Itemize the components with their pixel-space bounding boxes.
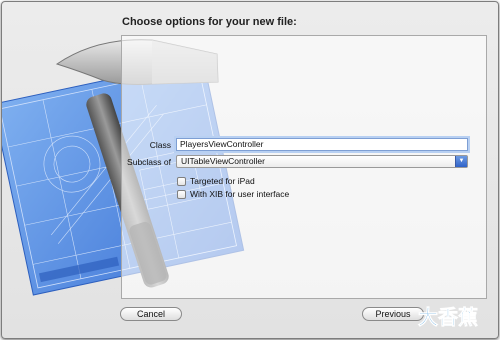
subclass-label: Subclass of [127, 157, 171, 167]
svg-text:大香蕉: 大香蕉 [418, 305, 478, 329]
ipad-checkbox[interactable] [177, 177, 186, 186]
chevron-down-icon: ▼ [455, 156, 467, 167]
subclass-select[interactable]: UITableViewController ▼ [176, 155, 468, 168]
xib-checkbox[interactable] [177, 190, 186, 199]
subclass-selected-value: UITableViewController [181, 156, 265, 166]
new-file-dialog: Choose options for your new file: Class … [1, 1, 499, 339]
ipad-checkbox-label: Targeted for iPad [190, 176, 255, 186]
dialog-title: Choose options for your new file: [122, 16, 297, 28]
class-name-input[interactable]: PlayersViewController [176, 138, 468, 151]
xib-checkbox-label: With XIB for user interface [190, 189, 290, 199]
watermark-logo: 大香蕉 [418, 305, 479, 330]
previous-button[interactable]: Previous [362, 307, 424, 321]
class-label: Class [149, 140, 171, 150]
cancel-button[interactable]: Cancel [120, 307, 182, 321]
